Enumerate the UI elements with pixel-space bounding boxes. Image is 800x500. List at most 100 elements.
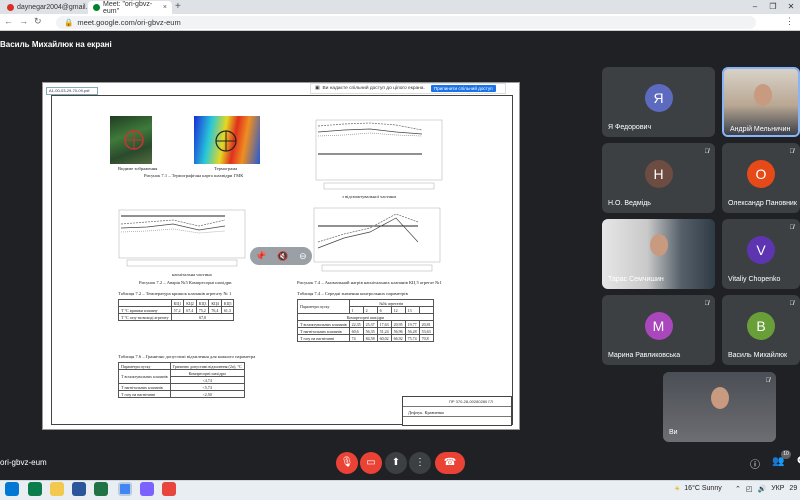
table-cell: Т нагнітальних клапанів xyxy=(118,383,171,391)
url-field[interactable]: 🔒 meet.google.com/ori-gbvz-eum xyxy=(56,16,756,29)
mic-off-button[interactable]: 🎙 xyxy=(336,452,358,474)
reload-icon[interactable]: ↻ xyxy=(34,16,42,27)
remove-icon[interactable]: ⊖ xyxy=(299,251,307,262)
close-tab-icon[interactable]: × xyxy=(163,4,167,11)
fig72-xlabel: нагнітальна частина xyxy=(172,272,212,277)
more-options-button[interactable]: ⋮ xyxy=(409,452,431,474)
volume-icon[interactable]: 🔊 xyxy=(758,485,767,493)
participant-tile[interactable]: М Марина Равликовська 🎙̸ xyxy=(602,295,715,365)
clock[interactable]: 29 xyxy=(789,485,797,493)
participant-tile[interactable]: V Vitaliy Chopenko 🎙̸ xyxy=(722,219,800,289)
new-tab-button[interactable]: + xyxy=(175,1,181,12)
weather-text: 16°C Sunny xyxy=(684,485,722,492)
nav-buttons: ← → ↻ xyxy=(4,16,42,27)
participant-tile[interactable]: Я Я Федорович xyxy=(602,67,715,137)
table-cell: 19,77 xyxy=(404,320,420,328)
participant-name: Тарас Семчишин xyxy=(608,276,664,283)
participant-tile[interactable]: Ви 🎙̸ xyxy=(663,372,776,442)
table-cell: 13 xyxy=(404,306,420,314)
chrome-icon[interactable] xyxy=(118,482,132,496)
participant-name: Я Федорович xyxy=(608,124,652,131)
participant-tile[interactable]: В Василь Михайлюк 🎙̸ xyxy=(722,295,800,365)
title-block-stamp: ПР 370-28-00280280 ГЛ Дефчук. Кравченко xyxy=(402,396,512,426)
table-cell: 22,35 xyxy=(348,320,364,328)
meet-top-bar xyxy=(0,31,800,65)
info-icon[interactable]: ⓘ xyxy=(750,456,760,471)
forward-icon[interactable]: → xyxy=(19,16,28,27)
person-silhouette xyxy=(710,387,729,409)
app-icon[interactable] xyxy=(140,482,154,496)
minimize-button[interactable]: – xyxy=(746,0,764,14)
table-cell xyxy=(118,299,172,307)
table-row: Параметри пуску Гранично допустимі відхи… xyxy=(118,362,245,370)
participant-name: Марина Равликовська xyxy=(608,352,681,359)
table-cell: Т °С газу на виході агрегату xyxy=(118,313,172,321)
thermogram-image xyxy=(194,116,260,164)
camera-off-button[interactable]: ▭ xyxy=(360,452,382,474)
maximize-button[interactable]: ❐ xyxy=(764,0,782,14)
stamp-code: ПР 370-28-00280280 ГЛ xyxy=(449,399,493,404)
back-icon[interactable]: ← xyxy=(4,16,13,27)
stamp-name: Дефчук. Кравченко xyxy=(408,410,445,415)
tab-label: daynegar2004@gmail... xyxy=(17,4,92,11)
table-cell: Гранично допустимі відхилення (2σ), °С xyxy=(169,362,245,370)
hangup-icon: ☎ xyxy=(443,457,457,468)
sun-icon: ☀ xyxy=(674,486,681,493)
table-cell: 60,6 xyxy=(348,327,364,335)
chevron-up-icon[interactable]: ⌃ xyxy=(735,485,741,493)
language-indicator[interactable]: УКР xyxy=(771,485,784,493)
table-cell: КЦ5 xyxy=(220,299,235,307)
table-cell: Т газу на нагнітанні xyxy=(297,334,350,342)
excel-icon[interactable] xyxy=(94,482,108,496)
hangup-button[interactable]: ☎ xyxy=(435,452,465,474)
browser-tab-meet[interactable]: Meet: "ori-gbvz-eum" × xyxy=(88,0,172,15)
mute-presenter-icon[interactable]: 🔇 xyxy=(277,251,288,262)
close-window-button[interactable]: ✕ xyxy=(782,0,800,14)
share-banner: ▣ Ви надаєте спільний доступ до цілого е… xyxy=(310,83,506,94)
present-button[interactable]: ⬆ xyxy=(385,452,407,474)
table-cell: Т °С кришки клапану xyxy=(118,306,172,314)
table-cell: 20,81 xyxy=(418,320,434,328)
participant-tile[interactable]: Андрій Мельничин xyxy=(722,67,800,137)
tab-label: Meet: "ori-gbvz-eum" xyxy=(103,0,153,15)
pin-icon[interactable]: 📌 xyxy=(255,251,266,262)
table-row: КЦ1 КЦ2 КЦ3 КЦ4 КЦ5 xyxy=(118,299,235,307)
stop-sharing-button[interactable]: Припинити спільний доступ xyxy=(430,85,496,92)
table-cell: 56,96 xyxy=(390,327,406,335)
table72: КЦ1 КЦ2 КЦ3 КЦ4 КЦ5 Т °С кришки клапану … xyxy=(118,299,235,321)
browser-menu-icon[interactable]: ⋮ xyxy=(785,16,794,27)
mic-muted-icon: 🎙̸ xyxy=(789,301,795,307)
table76: Параметри пуску Гранично допустимі відхи… xyxy=(118,362,245,398)
word-icon[interactable] xyxy=(72,482,86,496)
table-cell: 61,3 xyxy=(220,306,235,314)
chart-fig74 xyxy=(302,204,452,274)
present-icon: ⬆ xyxy=(391,457,401,468)
participant-tile[interactable]: Тарас Семчишин xyxy=(602,219,715,289)
people-count-badge: 10 xyxy=(781,450,791,459)
table74-title: Таблиця 7.4 – Середні значення контрольн… xyxy=(297,291,408,296)
mic-muted-icon: 🎙̸ xyxy=(789,149,795,155)
edge-icon[interactable] xyxy=(28,482,42,496)
network-icon[interactable]: ◰ xyxy=(746,485,753,493)
avatar: О xyxy=(747,160,775,188)
browser-tab-gmail[interactable]: daynegar2004@gmail... × xyxy=(2,1,96,14)
avatar: В xyxy=(747,312,775,340)
participant-name: Олександр Пановник xyxy=(728,200,797,207)
table-cell: 25,37 xyxy=(362,320,378,328)
table74: Параметри пуску №№ агрегатів 1 2 6 12 13… xyxy=(297,299,434,342)
table-cell: Параметри пуску xyxy=(118,362,171,370)
participant-tile[interactable]: Н Н.О. Ведмідь 🎙̸ xyxy=(602,143,715,213)
table-row: Параметри пуску №№ агрегатів xyxy=(297,299,434,314)
share-banner-text: Ви надаєте спільний доступ до цілого екр… xyxy=(322,86,425,91)
chat-icon[interactable]: 💬 xyxy=(796,456,800,471)
meet-icon xyxy=(93,4,100,11)
windows-start-icon[interactable] xyxy=(5,482,19,496)
file-explorer-icon[interactable] xyxy=(50,482,64,496)
participant-tile[interactable]: О Олександр Пановник 🎙̸ xyxy=(722,143,800,213)
app-icon[interactable] xyxy=(162,482,176,496)
weather-widget[interactable]: ☀ 16°C Sunny xyxy=(674,485,722,493)
table-cell xyxy=(418,306,434,314)
gmail-icon xyxy=(7,4,14,11)
table-row: Т °С газу на виході агрегату 67,0 xyxy=(118,313,235,321)
mic-muted-icon: 🎙̸ xyxy=(789,225,795,231)
